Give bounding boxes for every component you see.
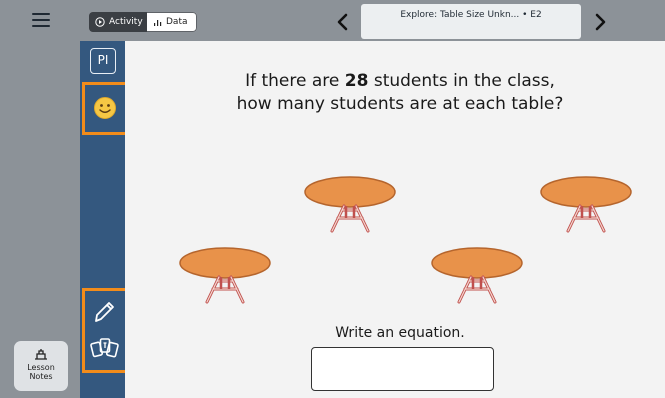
smiley-icon[interactable] — [93, 96, 117, 120]
equation-prompt: Write an equation. — [335, 325, 465, 341]
screen-title-box[interactable]: Explore: Table Size Unkn... • E2 — [361, 4, 581, 43]
equation-input[interactable] — [311, 347, 494, 391]
view-toggle: Activity Data — [89, 12, 197, 32]
tab-activity[interactable]: Activity — [89, 12, 147, 32]
pencil-icon[interactable] — [92, 299, 116, 325]
cards-icon[interactable] — [90, 336, 120, 362]
lesson-notes-button[interactable]: Lesson Notes — [14, 341, 68, 391]
question-text: If there are 28 students in the class, h… — [210, 70, 590, 116]
bar-chart-icon — [154, 19, 162, 26]
lesson-notes-icon — [35, 349, 47, 360]
play-circle-icon — [95, 17, 105, 27]
lesson-notes-label-line2: Notes — [29, 372, 53, 381]
table-icon — [431, 247, 523, 304]
pi-button[interactable]: PI — [90, 48, 116, 74]
chevron-right-icon[interactable] — [592, 12, 608, 32]
table-icon — [179, 247, 271, 304]
tab-activity-label: Activity — [109, 17, 143, 27]
tab-data-label: Data — [166, 17, 188, 27]
chevron-left-icon[interactable] — [335, 12, 351, 32]
screen-title: Explore: Table Size Unkn... • E2 — [400, 10, 542, 20]
table-icon — [304, 176, 396, 233]
tab-data[interactable]: Data — [147, 12, 197, 32]
question-number: 28 — [344, 71, 369, 91]
question-prefix: If there are — [245, 71, 345, 91]
table-icon — [540, 176, 632, 233]
top-bar: Activity Data Explore: Table Size Unkn..… — [0, 0, 665, 43]
question-line2: how many students are at each table? — [236, 94, 564, 114]
lesson-notes-label-line1: Lesson — [27, 363, 55, 372]
hamburger-menu-icon[interactable] — [32, 12, 52, 28]
question-mid: students in the class, — [368, 71, 555, 91]
